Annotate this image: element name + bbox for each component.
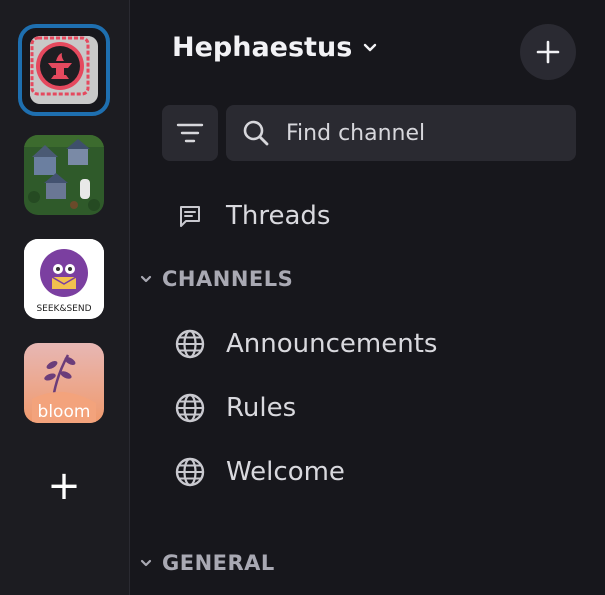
server-icon-village-game[interactable]	[24, 135, 104, 215]
channel-label: Announcements	[226, 329, 438, 359]
server-name: Hephaestus	[172, 32, 353, 63]
server-icon-seek-and-send[interactable]: SEEK&SEND	[24, 239, 104, 319]
search-icon	[243, 120, 269, 146]
server-icon-hephaestus[interactable]	[18, 24, 110, 116]
chevron-down-icon	[140, 559, 152, 567]
seek-and-send-logo: SEEK&SEND	[24, 239, 104, 319]
chevron-down-icon	[140, 275, 152, 283]
filter-icon	[176, 123, 204, 143]
channels-section-header[interactable]: CHANNELS	[138, 264, 293, 294]
globe-icon	[172, 326, 208, 362]
threads-label: Threads	[226, 201, 331, 231]
channel-label: Welcome	[226, 457, 345, 487]
threads-item[interactable]: Threads	[172, 196, 330, 236]
general-section-header[interactable]: GENERAL	[138, 548, 275, 578]
globe-icon	[172, 454, 208, 490]
hephaestus-logo	[30, 36, 90, 96]
threads-icon	[172, 198, 208, 234]
channel-item-rules[interactable]: Rules	[172, 388, 296, 428]
section-title: GENERAL	[162, 551, 275, 575]
plus-icon	[536, 40, 560, 64]
search-placeholder: Find channel	[286, 120, 426, 146]
server-icon-bloom[interactable]: bloom	[24, 343, 104, 423]
seek-and-send-wordmark: SEEK&SEND	[36, 304, 91, 314]
add-server-button[interactable]: +	[44, 466, 84, 506]
chevron-down-icon	[364, 43, 377, 51]
bloom-wordmark: bloom	[38, 402, 91, 422]
section-title: CHANNELS	[162, 267, 294, 291]
bloom-logo: bloom	[24, 343, 104, 423]
channel-label: Rules	[226, 393, 297, 423]
find-channel-search[interactable]: Find channel	[226, 105, 576, 161]
channel-item-welcome[interactable]: Welcome	[172, 452, 345, 492]
server-rail: SEEK&SEND bloom +	[0, 0, 130, 595]
filter-button[interactable]	[162, 105, 218, 161]
village-game-image	[24, 135, 104, 215]
globe-icon	[172, 390, 208, 426]
server-name-dropdown[interactable]: Hephaestus	[172, 32, 378, 63]
add-channel-button[interactable]	[520, 24, 576, 80]
channel-item-announcements[interactable]: Announcements	[172, 324, 437, 364]
